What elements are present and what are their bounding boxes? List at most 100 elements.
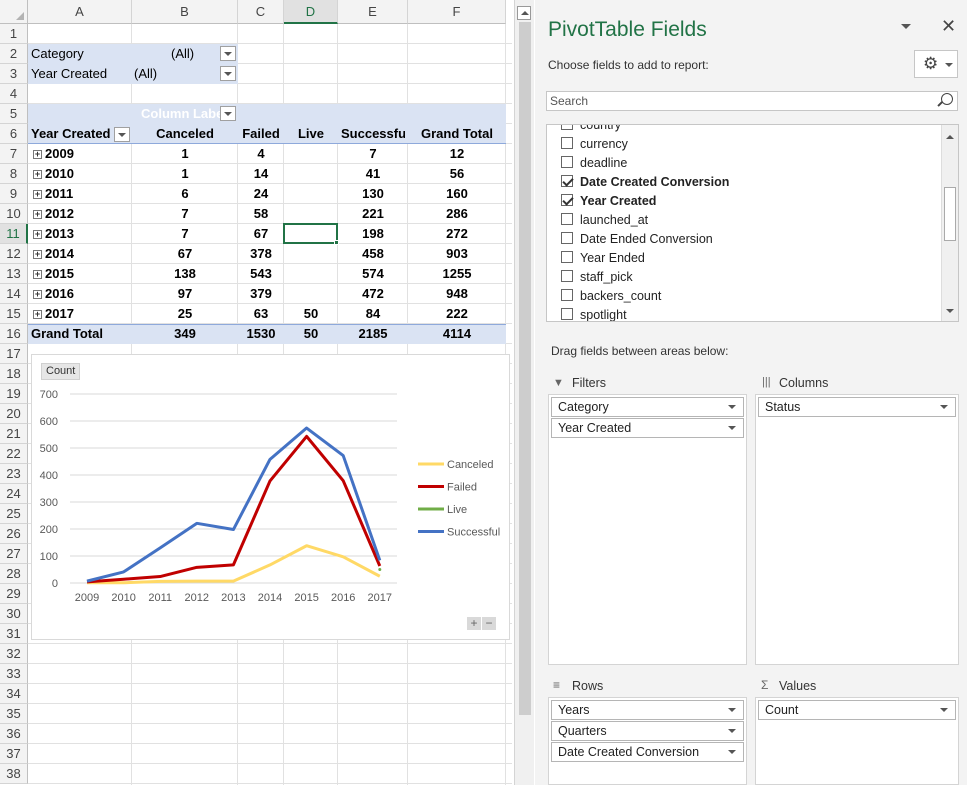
row-field-pill[interactable]: Quarters xyxy=(551,721,744,741)
row-labels-dropdown-icon[interactable] xyxy=(114,127,130,142)
active-cell[interactable] xyxy=(283,223,338,244)
value-cell[interactable]: 7 xyxy=(135,224,235,244)
value-cell[interactable]: 24 xyxy=(241,184,281,204)
value-cell[interactable] xyxy=(287,164,335,184)
field-checkbox[interactable] xyxy=(561,289,573,301)
filter-field-pill[interactable]: Year Created xyxy=(551,418,744,438)
field-checkbox[interactable] xyxy=(561,175,573,187)
row-header[interactable]: 31 xyxy=(0,624,28,644)
value-cell[interactable]: 160 xyxy=(411,184,503,204)
value-cell[interactable]: 1 xyxy=(135,144,235,164)
expand-icon[interactable]: + xyxy=(33,270,42,280)
row-header[interactable]: 35 xyxy=(0,704,28,724)
row-header[interactable]: 7 xyxy=(0,144,28,164)
value-cell[interactable] xyxy=(287,244,335,264)
row-header[interactable]: 1 xyxy=(0,24,28,44)
grand-total-cell[interactable]: 50 xyxy=(287,324,335,344)
row-header[interactable]: 21 xyxy=(0,424,28,444)
grand-total-cell[interactable]: 2185 xyxy=(341,324,405,344)
expand-icon[interactable]: + xyxy=(33,150,42,160)
year-row-label[interactable]: +2016 xyxy=(29,284,129,304)
value-cell[interactable]: 222 xyxy=(411,304,503,324)
value-cell[interactable]: 458 xyxy=(341,244,405,264)
row-header[interactable]: 27 xyxy=(0,544,28,564)
worksheet[interactable]: A B C D E F 1 2 3 4 5 6 7 8 9 10 11 12 13 14 15 16 17 18 19 20 21 2… xyxy=(0,0,514,785)
field-list[interactable]: country currency deadline Date Created Conv… xyxy=(546,124,959,322)
field-item[interactable]: Date Created Conversion xyxy=(561,173,729,192)
field-checkbox[interactable] xyxy=(561,270,573,282)
value-cell[interactable]: 84 xyxy=(341,304,405,324)
field-checkbox[interactable] xyxy=(561,156,573,168)
value-cell[interactable]: 1255 xyxy=(411,264,503,284)
expand-icon[interactable]: + xyxy=(33,210,42,220)
columns-area[interactable] xyxy=(755,394,959,665)
row-header[interactable]: 30 xyxy=(0,604,28,624)
row-header[interactable]: 32 xyxy=(0,644,28,664)
field-checkbox[interactable] xyxy=(561,308,573,320)
row-header[interactable]: 8 xyxy=(0,164,28,184)
value-cell[interactable]: 12 xyxy=(411,144,503,164)
search-box[interactable]: Search xyxy=(546,91,958,111)
value-cell[interactable] xyxy=(287,144,335,164)
value-cell[interactable]: 286 xyxy=(411,204,503,224)
row-header[interactable]: 22 xyxy=(0,444,28,464)
collapse-icon[interactable]: − xyxy=(482,617,496,630)
value-cell[interactable]: 574 xyxy=(341,264,405,284)
row-header[interactable]: 29 xyxy=(0,584,28,604)
row-header[interactable]: 25 xyxy=(0,504,28,524)
year-row-label[interactable]: +2014 xyxy=(29,244,129,264)
field-item[interactable]: backers_count xyxy=(561,287,661,306)
column-filter-icon[interactable] xyxy=(220,106,236,121)
column-header-d[interactable]: D xyxy=(284,0,338,24)
column-header-e[interactable]: E xyxy=(338,0,408,24)
field-checkbox[interactable] xyxy=(561,251,573,263)
value-cell[interactable]: 378 xyxy=(241,244,281,264)
row-header[interactable]: 37 xyxy=(0,744,28,764)
expand-icon[interactable]: + xyxy=(467,617,481,630)
row-header[interactable]: 33 xyxy=(0,664,28,684)
scroll-down-arrow-icon[interactable] xyxy=(946,309,954,313)
value-cell[interactable]: 7 xyxy=(135,204,235,224)
field-item[interactable]: currency xyxy=(561,135,628,154)
row-header[interactable]: 38 xyxy=(0,764,28,784)
field-checkbox[interactable] xyxy=(561,137,573,149)
value-cell[interactable]: 198 xyxy=(341,224,405,244)
scrollbar-thumb[interactable] xyxy=(519,22,531,715)
row-header[interactable]: 11 xyxy=(0,224,28,244)
value-cell[interactable]: 130 xyxy=(341,184,405,204)
value-cell[interactable]: 6 xyxy=(135,184,235,204)
row-header[interactable]: 16 xyxy=(0,324,28,344)
field-item[interactable]: Year Created xyxy=(561,192,656,211)
expand-icon[interactable]: + xyxy=(33,170,42,180)
value-cell[interactable]: 25 xyxy=(135,304,235,324)
value-cell[interactable]: 221 xyxy=(341,204,405,224)
value-cell[interactable]: 1 xyxy=(135,164,235,184)
value-cell[interactable]: 4 xyxy=(241,144,281,164)
close-icon[interactable]: ✕ xyxy=(941,16,956,37)
value-field-pill[interactable]: Count xyxy=(758,700,956,720)
year-row-label[interactable]: +2017 xyxy=(29,304,129,324)
filter-dropdown-icon[interactable] xyxy=(220,66,236,81)
field-item[interactable]: Year Ended xyxy=(561,249,645,268)
row-header[interactable]: 19 xyxy=(0,384,28,404)
expand-icon[interactable]: + xyxy=(33,190,42,200)
row-header[interactable]: 15 xyxy=(0,304,28,324)
row-header[interactable]: 4 xyxy=(0,84,28,104)
expand-icon[interactable]: + xyxy=(33,250,42,260)
row-header[interactable]: 26 xyxy=(0,524,28,544)
value-cell[interactable]: 56 xyxy=(411,164,503,184)
value-cell[interactable]: 543 xyxy=(241,264,281,284)
year-row-label[interactable]: +2011 xyxy=(29,184,129,204)
row-header[interactable]: 23 xyxy=(0,464,28,484)
scroll-up-arrow-icon[interactable] xyxy=(517,6,531,20)
value-cell[interactable]: 97 xyxy=(135,284,235,304)
value-cell[interactable]: 948 xyxy=(411,284,503,304)
scrollbar-thumb[interactable] xyxy=(944,187,956,241)
field-item[interactable]: staff_pick xyxy=(561,268,633,287)
field-item[interactable]: launched_at xyxy=(561,211,648,230)
select-all-corner[interactable] xyxy=(0,0,28,24)
value-cell[interactable]: 138 xyxy=(135,264,235,284)
search-input[interactable]: Search xyxy=(550,94,588,108)
value-cell[interactable]: 67 xyxy=(135,244,235,264)
field-checkbox[interactable] xyxy=(561,125,573,130)
